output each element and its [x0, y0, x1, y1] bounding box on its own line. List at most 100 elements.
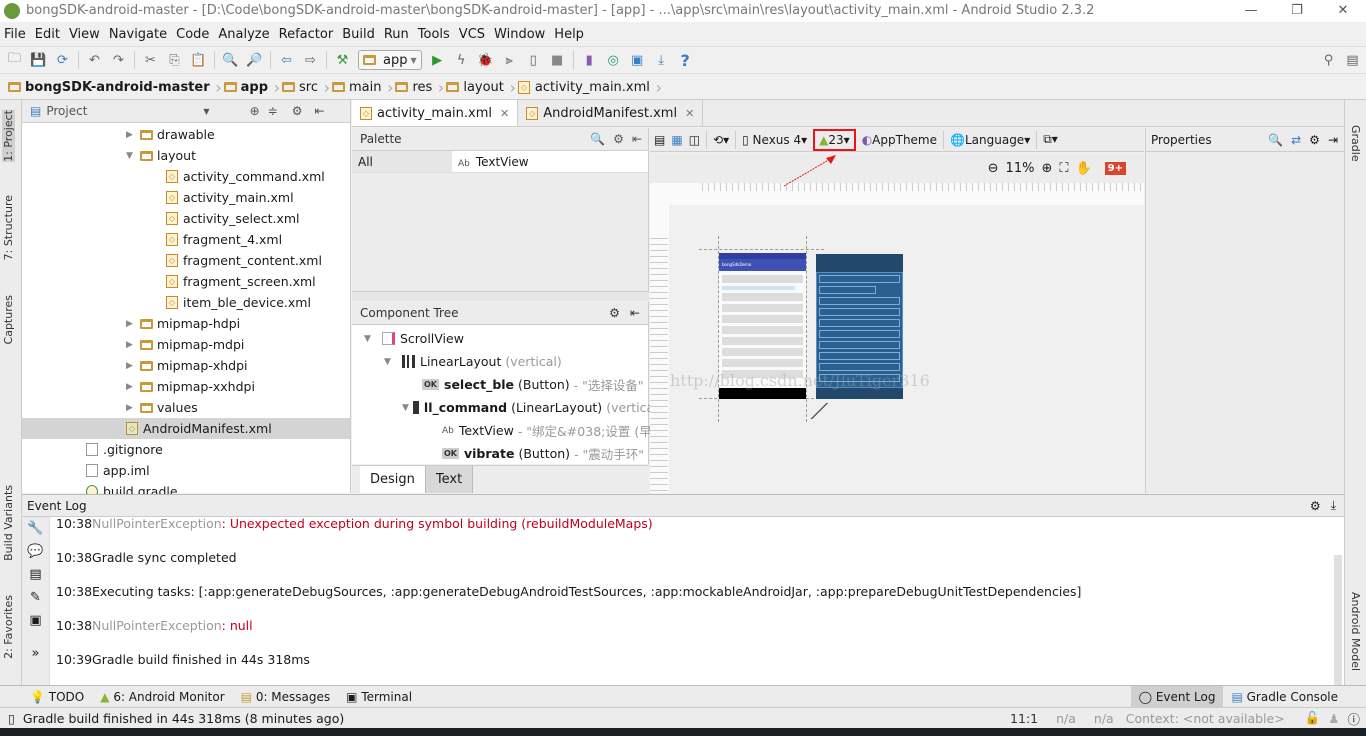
- chevron-down-icon[interactable]: ▼: [384, 357, 398, 367]
- tree-item[interactable]: ▶ drawable: [22, 124, 350, 145]
- chevron-right-icon[interactable]: ▶: [126, 340, 140, 350]
- back-icon[interactable]: ⇦: [278, 52, 295, 69]
- settings-icon[interactable]: ▤: [1344, 52, 1361, 69]
- sync-gradle-icon[interactable]: ◎: [605, 52, 622, 69]
- breadcrumb-item[interactable]: ◇ activity_main.xml: [517, 78, 664, 97]
- cursor-position[interactable]: 11:1: [1010, 711, 1038, 726]
- menu-code[interactable]: Code: [176, 27, 209, 42]
- run-config-select[interactable]: app ▼: [358, 50, 422, 70]
- component-tree-item[interactable]: OK select_ble (Button) - "选择设备": [352, 373, 648, 396]
- tab-android-monitor[interactable]: ▲ 6: Android Monitor: [92, 686, 232, 708]
- gear-icon[interactable]: ⚙: [609, 306, 620, 320]
- tree-item[interactable]: ◇ activity_command.xml: [22, 166, 350, 187]
- component-tree-item[interactable]: ▼ LinearLayout (vertical): [352, 350, 648, 373]
- show-balloons-icon[interactable]: 💬: [22, 540, 49, 563]
- tree-item[interactable]: ◇ fragment_screen.xml: [22, 271, 350, 292]
- warnings-badge[interactable]: 9+: [1104, 161, 1126, 175]
- log-source-link[interactable]: NullPointerException: [92, 516, 222, 531]
- menu-tools[interactable]: Tools: [418, 27, 450, 42]
- forward-icon[interactable]: ⇨: [302, 52, 319, 69]
- expand-icon[interactable]: ▣: [22, 609, 49, 632]
- menu-build[interactable]: Build: [342, 27, 375, 42]
- project-view-select[interactable]: Project: [46, 104, 87, 118]
- tab-text[interactable]: Text: [425, 466, 474, 493]
- apply-changes-icon[interactable]: ϟ: [453, 52, 470, 69]
- menu-navigate[interactable]: Navigate: [109, 27, 167, 42]
- splitter-handle[interactable]: [352, 291, 649, 301]
- breadcrumb-item[interactable]: main: [332, 78, 395, 97]
- mark-read-icon[interactable]: ▤: [22, 563, 49, 586]
- tree-item[interactable]: ◇ activity_main.xml: [22, 187, 350, 208]
- toggle-tool-windows-icon[interactable]: ▯: [8, 711, 15, 726]
- open-icon[interactable]: 🗀: [6, 51, 23, 69]
- layout-variants-icon[interactable]: ⧉▾: [1043, 132, 1058, 147]
- component-tree-item[interactable]: OK vibrate (Button) - "震动手环": [352, 442, 648, 465]
- tool-tab-structure[interactable]: 7: Structure: [2, 195, 15, 260]
- tool-tab-android-model[interactable]: Android Model: [1349, 592, 1362, 671]
- collapse-all-icon[interactable]: ≑: [268, 104, 278, 118]
- breadcrumb-item[interactable]: bongSDK-android-master: [8, 78, 224, 97]
- tool-tab-project[interactable]: 1: Project: [2, 110, 15, 162]
- chevron-down-icon[interactable]: ▼: [364, 334, 378, 344]
- paste-icon[interactable]: 📋: [190, 52, 207, 69]
- hide-panel-icon[interactable]: ⇤: [314, 104, 324, 118]
- tree-item[interactable]: app.iml: [22, 460, 350, 481]
- resize-handle[interactable]: [810, 403, 830, 419]
- avd-manager-icon[interactable]: ▮: [581, 52, 598, 69]
- menu-view[interactable]: View: [69, 27, 100, 42]
- api-level-select[interactable]: ▲23▾: [813, 128, 856, 151]
- sdk-manager-icon[interactable]: ⤓: [653, 52, 670, 69]
- close-tab-icon[interactable]: ✕: [500, 107, 509, 120]
- run-icon[interactable]: ▶: [429, 52, 446, 69]
- orientation-icon[interactable]: ⟲▾: [713, 133, 729, 147]
- stop-icon[interactable]: ■: [549, 52, 566, 69]
- menu-refactor[interactable]: Refactor: [279, 27, 334, 42]
- lock-icon[interactable]: 🔓: [1305, 710, 1321, 726]
- tree-item[interactable]: ◇ activity_select.xml: [22, 208, 350, 229]
- inspector-icon[interactable]: ♟: [1328, 711, 1339, 726]
- copy-icon[interactable]: ⎘: [166, 52, 183, 69]
- sync-icon[interactable]: ⟳: [54, 52, 71, 69]
- notifications-icon[interactable]: ⓘ: [1347, 709, 1360, 728]
- chevron-right-icon[interactable]: ▶: [126, 130, 140, 140]
- cut-icon[interactable]: ✂: [142, 52, 159, 69]
- menu-run[interactable]: Run: [384, 27, 409, 42]
- theme-select[interactable]: ◐AppTheme: [862, 133, 937, 147]
- chevron-right-icon[interactable]: ▶: [126, 319, 140, 329]
- undo-icon[interactable]: ↶: [86, 52, 103, 69]
- gear-icon[interactable]: ⚙: [1310, 499, 1321, 513]
- project-structure-icon[interactable]: ▣: [629, 52, 646, 69]
- tab-event-log[interactable]: ◯ Event Log: [1130, 685, 1224, 708]
- gear-icon[interactable]: ⚙: [292, 104, 303, 118]
- menu-edit[interactable]: Edit: [35, 27, 60, 42]
- component-tree-item[interactable]: Ab TextView - "绑定&#038;设置 (早期: [352, 419, 664, 442]
- design-canvas[interactable]: bongSdkDemo http://blog.csdn.net/JluTige…: [650, 183, 1144, 493]
- clear-icon[interactable]: ✎: [22, 586, 49, 609]
- search-icon[interactable]: 🔍: [590, 132, 605, 146]
- status-message[interactable]: Gradle build finished in 44s 318ms (8 mi…: [23, 711, 344, 726]
- replace-icon[interactable]: 🔎: [246, 52, 263, 69]
- tree-item[interactable]: ◇ AndroidManifest.xml: [22, 418, 350, 439]
- tab-messages[interactable]: ▤ 0: Messages: [233, 686, 339, 708]
- chevron-right-icon[interactable]: ▶: [126, 382, 140, 392]
- profile-icon[interactable]: ⫸: [501, 52, 518, 69]
- tree-item[interactable]: .gitignore: [22, 439, 350, 460]
- close-tab-icon[interactable]: ✕: [685, 107, 694, 120]
- chevron-right-icon[interactable]: ▶: [126, 361, 140, 371]
- gear-icon[interactable]: ⚙: [1309, 133, 1320, 147]
- gear-icon[interactable]: ⚙: [613, 132, 624, 146]
- tool-tab-build-variants[interactable]: Build Variants: [2, 485, 15, 561]
- language-select[interactable]: 🌐Language▾: [950, 133, 1030, 147]
- menu-help[interactable]: Help: [554, 27, 584, 42]
- editor-tab[interactable]: ◇ AndroidManifest.xml ✕: [518, 100, 704, 126]
- design-view-icon[interactable]: ▤: [654, 133, 665, 147]
- save-icon[interactable]: 💾: [30, 52, 47, 69]
- breadcrumb-item[interactable]: res: [395, 78, 446, 97]
- chevron-down-icon[interactable]: ▼: [203, 107, 209, 116]
- menu-vcs[interactable]: VCS: [459, 27, 485, 42]
- search-icon[interactable]: 🔍: [1268, 133, 1283, 147]
- redo-icon[interactable]: ↷: [110, 52, 127, 69]
- hide-panel-icon[interactable]: ⇥: [1328, 133, 1338, 147]
- tree-item[interactable]: ▶ mipmap-xxhdpi: [22, 376, 350, 397]
- menu-analyze[interactable]: Analyze: [218, 27, 269, 42]
